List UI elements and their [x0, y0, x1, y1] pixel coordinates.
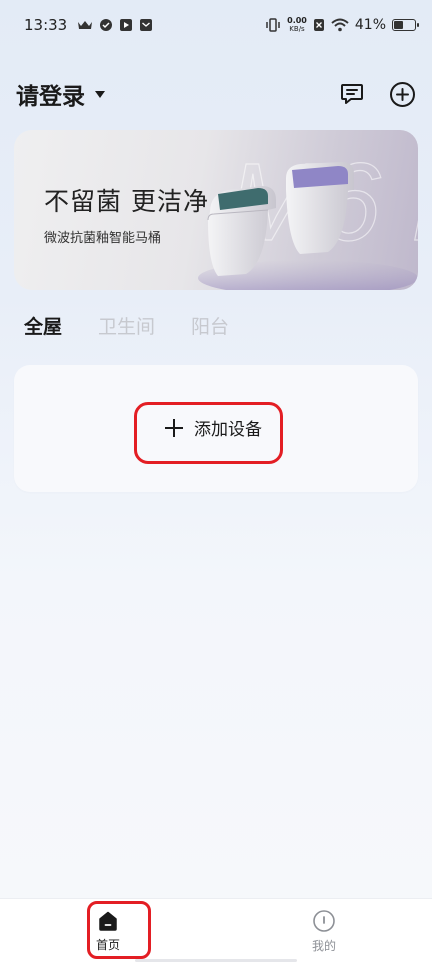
- play-store-icon: [119, 18, 133, 32]
- room-tabs: 全屋 卫生间 阳台: [24, 312, 229, 339]
- nav-item-home[interactable]: 首页: [0, 899, 216, 964]
- home-indicator[interactable]: [135, 959, 297, 962]
- tab-balcony[interactable]: 阳台: [191, 312, 229, 339]
- status-right: 0.00 KB/s 41%: [265, 16, 419, 34]
- message-icon: [341, 84, 363, 104]
- header: 请登录: [0, 72, 432, 116]
- battery-icon: [392, 19, 419, 31]
- banner-subtitle: 微波抗菌釉智能马桶: [44, 231, 162, 246]
- vibrate-icon: [265, 18, 281, 32]
- add-device-label: 添加设备: [194, 420, 262, 440]
- crown-icon: [77, 19, 93, 31]
- caret-down-icon: [95, 90, 105, 98]
- nav-item-profile[interactable]: 我的: [216, 899, 432, 964]
- battery-percent: 41%: [354, 17, 386, 33]
- toilet-product-image: M6 M7: [198, 140, 418, 290]
- profile-icon: [313, 910, 335, 932]
- verified-icon: [99, 18, 113, 32]
- tab-whole-house[interactable]: 全屋: [24, 312, 62, 339]
- login-label: 请登录: [16, 84, 85, 110]
- plus-icon: [164, 418, 184, 438]
- mail-icon: [139, 18, 153, 32]
- status-left: 13:33: [24, 16, 153, 34]
- tab-bathroom[interactable]: 卫生间: [98, 312, 155, 339]
- sim-off-icon: [313, 18, 325, 32]
- status-time: 13:33: [24, 16, 68, 34]
- wifi-icon: [331, 18, 349, 32]
- net-speed-unit: KB/s: [289, 25, 305, 33]
- nav-label-home: 首页: [95, 938, 120, 952]
- bottom-nav: 首页 我的: [0, 898, 432, 964]
- home-icon: [99, 911, 117, 931]
- net-speed-value: 0.00: [287, 16, 307, 25]
- add-circle-icon: [389, 81, 415, 107]
- message-button[interactable]: [338, 80, 366, 108]
- login-dropdown[interactable]: 请登录: [16, 77, 105, 111]
- add-button[interactable]: [388, 80, 416, 108]
- status-bar: 13:33 0.00 KB/s 41%: [0, 0, 432, 50]
- promo-banner[interactable]: 不留菌 更洁净 微波抗菌釉智能马桶 M6 M7: [14, 130, 418, 290]
- device-card: 添加设备: [14, 365, 418, 492]
- banner-headline: 不留菌 更洁净: [44, 187, 209, 216]
- net-speed: 0.00 KB/s: [287, 16, 307, 34]
- add-device-button[interactable]: 添加设备: [164, 415, 262, 440]
- nav-label-profile: 我的: [311, 939, 336, 953]
- header-actions: [338, 80, 416, 108]
